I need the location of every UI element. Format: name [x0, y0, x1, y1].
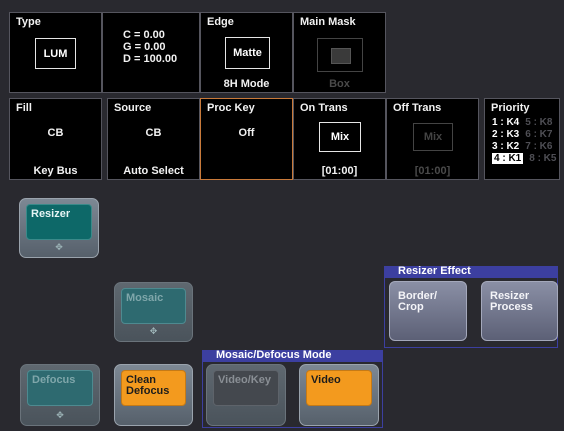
priority-row: 3 : K2 7 : K6: [492, 141, 556, 153]
video-key-label: Video/Key: [218, 374, 271, 386]
g-value: G = 0.00: [123, 41, 166, 53]
priority-entry-dim: 5 : K8: [525, 117, 553, 128]
defocus-label: Defocus: [32, 374, 76, 386]
video-button-face: Video: [306, 370, 372, 406]
clean-defocus-button-face: Clean Defocus: [121, 370, 186, 406]
off-trans-panel[interactable]: Off Trans Mix [01:00]: [386, 98, 479, 180]
off-trans-title: Off Trans: [393, 102, 442, 114]
mask-square-icon: [331, 48, 351, 64]
edge-title: Edge: [207, 16, 234, 28]
mosaic-button-face: Mosaic: [121, 288, 186, 324]
on-trans-time: [01:00]: [321, 165, 358, 177]
fill-sub: Key Bus: [33, 165, 78, 177]
video-label: Video: [311, 374, 341, 386]
fill-value: CB: [47, 127, 64, 139]
type-title: Type: [16, 16, 41, 28]
fill-title: Fill: [16, 102, 32, 114]
edge-mode: 8H Mode: [223, 78, 270, 90]
priority-row: 2 : K3 6 : K7: [492, 129, 556, 141]
defocus-button-face: Defocus: [27, 370, 93, 406]
off-trans-time: [01:00]: [414, 165, 451, 177]
mosaic-label: Mosaic: [126, 292, 164, 304]
type-value: LUM: [35, 38, 76, 69]
edge-panel[interactable]: Edge Matte 8H Mode: [200, 12, 293, 93]
source-sub: Auto Select: [123, 165, 184, 177]
priority-entry: 2 : K3: [492, 129, 520, 140]
resizer-process-label: Resizer Process: [490, 290, 533, 313]
border-crop-button[interactable]: Border/ Crop: [389, 281, 467, 341]
on-trans-panel[interactable]: On Trans Mix [01:00]: [293, 98, 386, 180]
c-value: C = 0.00: [123, 29, 165, 41]
move-arrows-icon: ✥: [55, 242, 63, 252]
priority-panel[interactable]: Priority 1 : K4 5 : K8 2 : K3 6 : K7 3 : K…: [484, 98, 560, 180]
resizer-process-button[interactable]: Resizer Process: [481, 281, 558, 341]
resizer-button-face: Resizer: [26, 204, 92, 240]
source-value: CB: [145, 127, 162, 139]
priority-entry-dim: 8 : K5: [529, 153, 557, 164]
main-mask-sub: Box: [329, 78, 350, 90]
resizer-label: Resizer: [31, 208, 71, 220]
fill-panel[interactable]: Fill CB Key Bus: [9, 98, 102, 180]
priority-row: 4 : K1 8 : K5: [492, 153, 556, 165]
edge-value: Matte: [225, 37, 270, 69]
priority-entry-selected: 4 : K1: [492, 153, 524, 164]
priority-title: Priority: [491, 102, 530, 114]
resizer-effect-title: Resizer Effect: [398, 265, 471, 277]
off-trans-value: Mix: [413, 123, 453, 151]
main-mask-title: Main Mask: [300, 16, 356, 28]
source-title: Source: [114, 102, 152, 114]
priority-entry-dim: 6 : K7: [525, 129, 553, 140]
priority-row: 1 : K4 5 : K8: [492, 117, 556, 129]
move-arrows-icon: ✥: [149, 326, 158, 336]
video-button[interactable]: Video: [299, 364, 379, 426]
video-key-button-face: Video/Key: [213, 370, 279, 406]
d-value: D = 100.00: [123, 53, 178, 65]
proc-key-panel[interactable]: Proc Key Off: [200, 98, 293, 180]
proc-key-title: Proc Key: [207, 102, 255, 114]
resizer-button[interactable]: Resizer ✥: [19, 198, 99, 258]
video-key-button[interactable]: Video/Key: [206, 364, 286, 426]
move-arrows-icon: ✥: [56, 410, 64, 420]
source-panel[interactable]: Source CB Auto Select: [107, 98, 200, 180]
cge-values: C = 0.00 G = 0.00 D = 100.00: [123, 29, 177, 65]
type-panel[interactable]: Type LUM: [9, 12, 102, 93]
clean-defocus-label: Clean Defocus: [126, 374, 170, 397]
priority-entry-dim: 7 : K6: [525, 141, 553, 152]
defocus-button[interactable]: Defocus ✥: [20, 364, 100, 426]
priority-entry: 1 : K4: [492, 117, 520, 128]
cge-panel[interactable]: C = 0.00 G = 0.00 D = 100.00: [102, 12, 200, 93]
mosaic-defocus-mode-title: Mosaic/Defocus Mode: [216, 349, 332, 361]
mosaic-button[interactable]: Mosaic ✥: [114, 282, 193, 342]
border-crop-label: Border/ Crop: [398, 290, 438, 313]
priority-entry: 3 : K2: [492, 141, 520, 152]
priority-list: 1 : K4 5 : K8 2 : K3 6 : K7 3 : K2 7 : K6 4…: [492, 117, 556, 165]
clean-defocus-button[interactable]: Clean Defocus: [114, 364, 193, 426]
main-mask-panel[interactable]: Main Mask Box: [293, 12, 386, 93]
main-mask-preview: [317, 38, 363, 72]
on-trans-value: Mix: [319, 122, 361, 152]
proc-key-value: Off: [238, 127, 255, 139]
on-trans-title: On Trans: [300, 102, 348, 114]
